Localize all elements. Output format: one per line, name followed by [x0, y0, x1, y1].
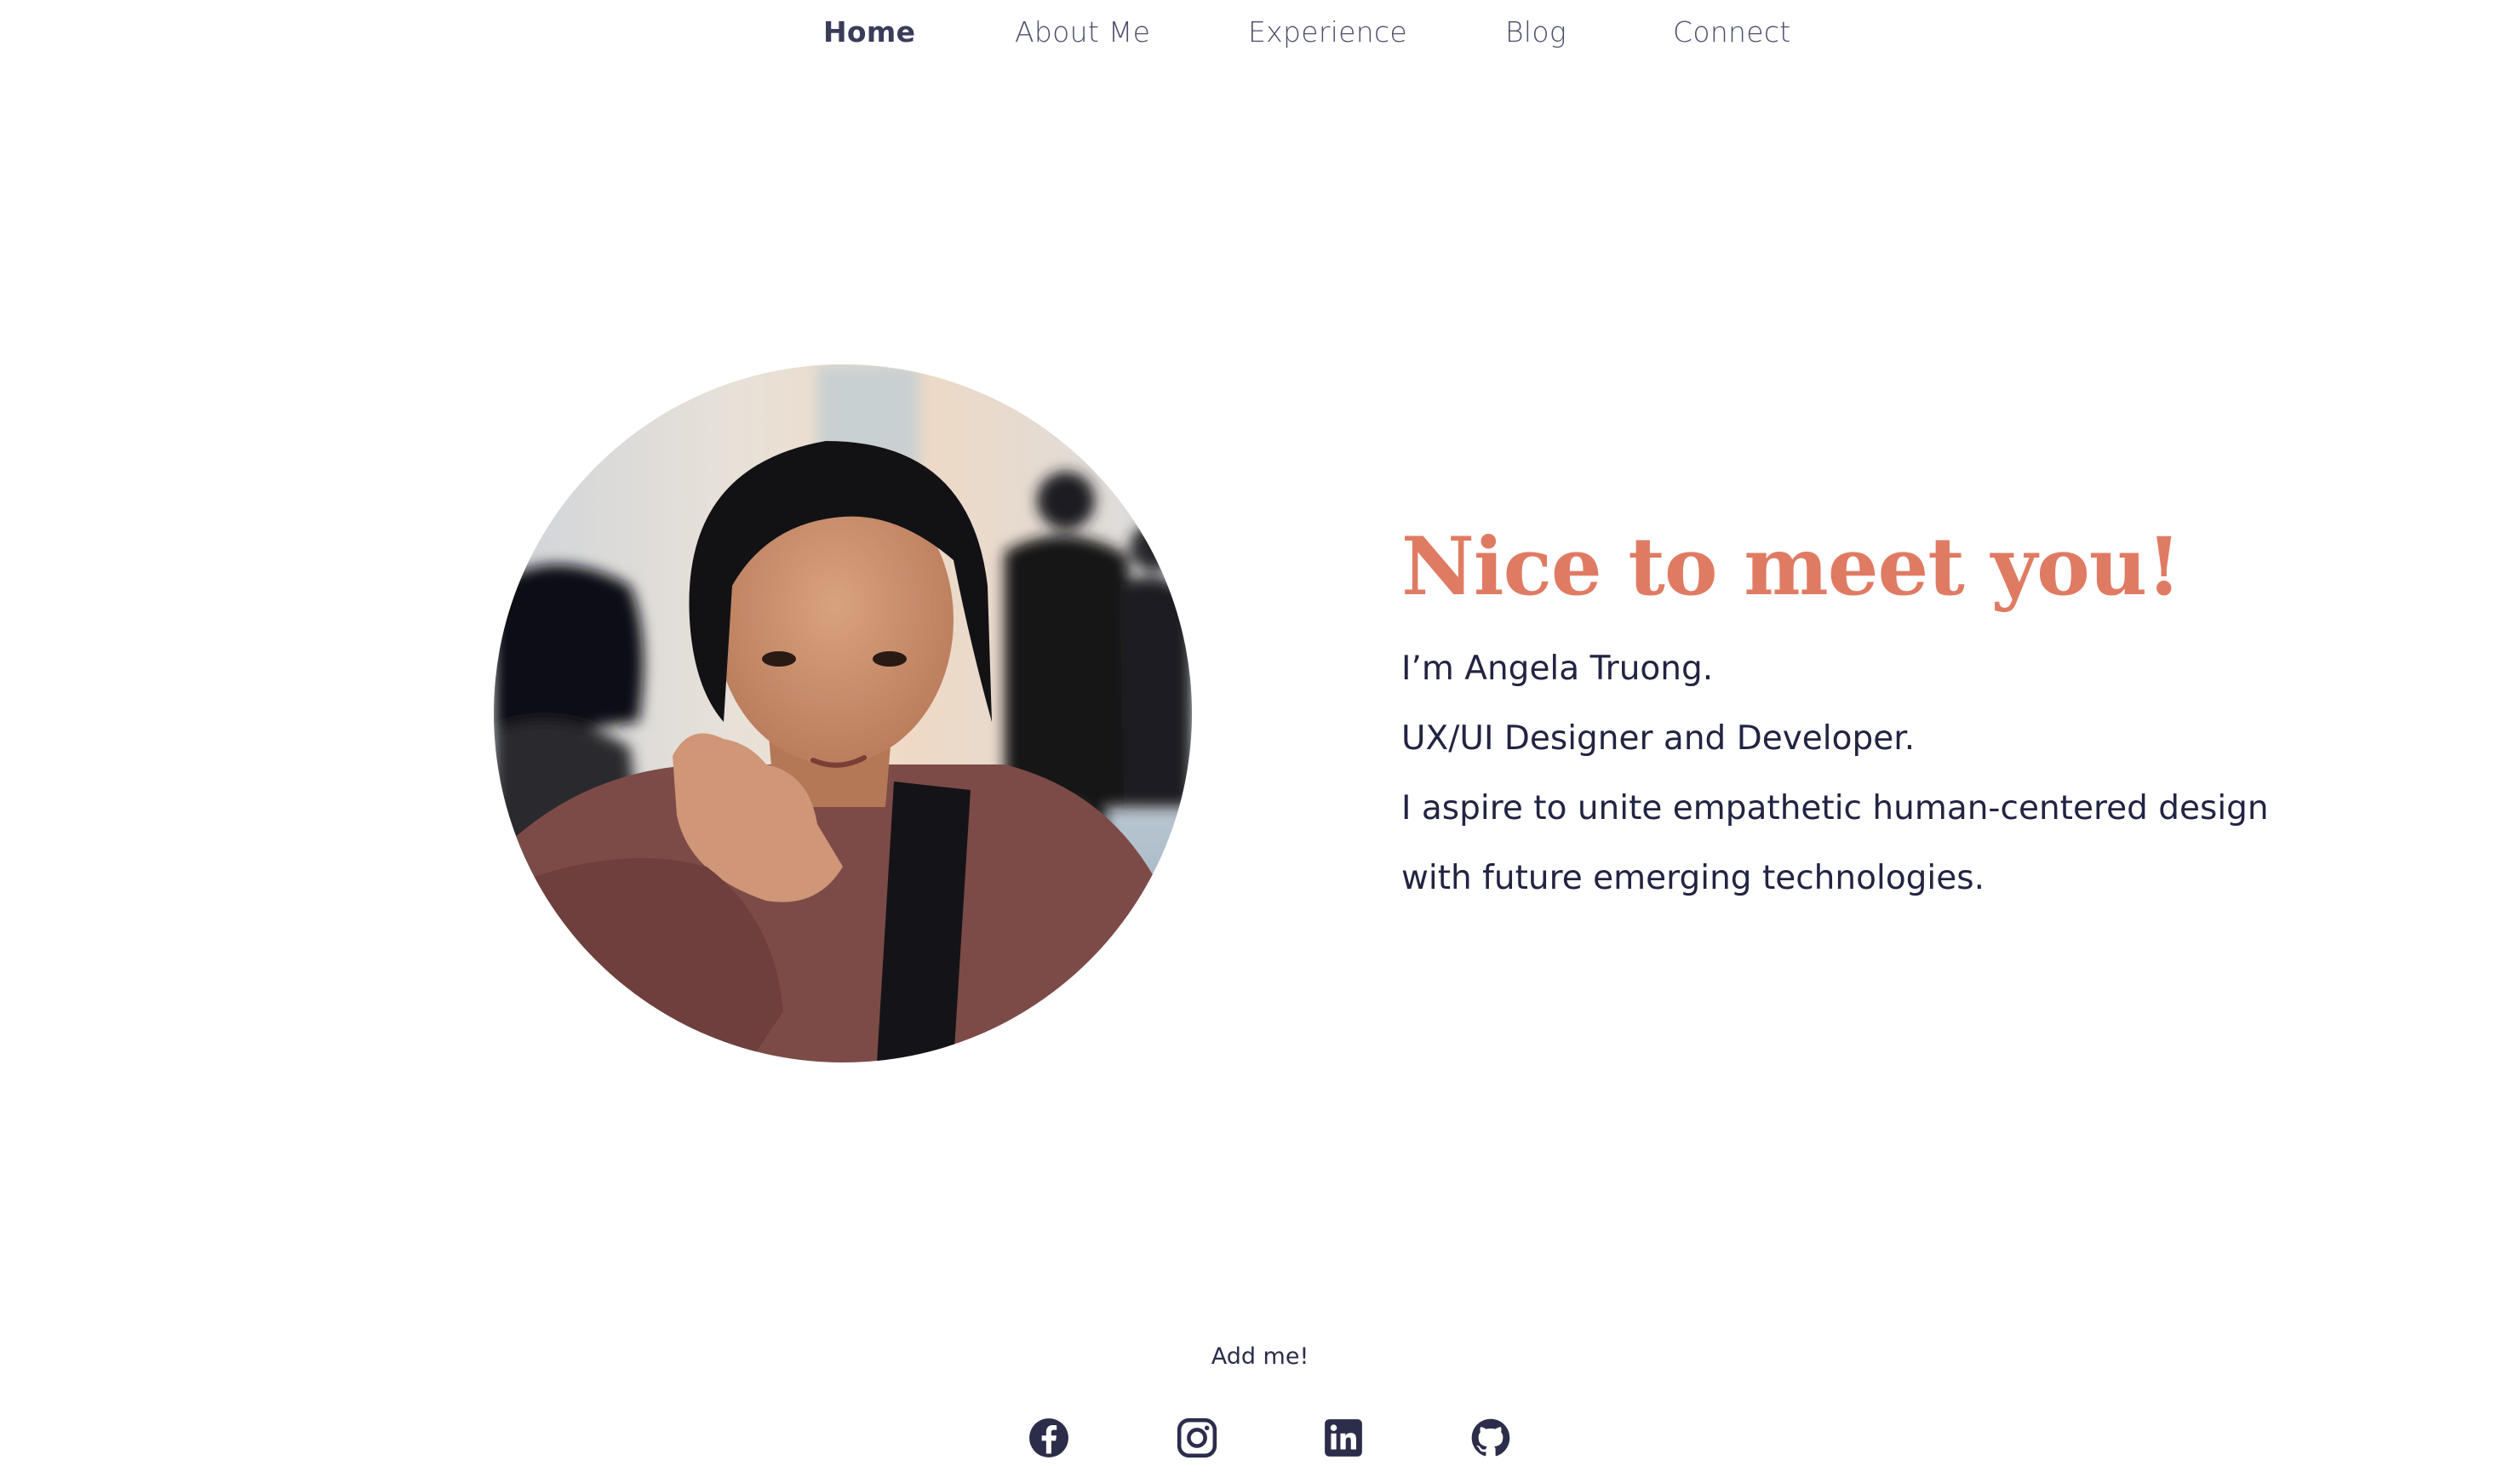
nav-item-about-me[interactable]: About Me — [1015, 15, 1150, 49]
profile-photo-illustration — [494, 364, 1192, 1062]
profile-photo — [494, 364, 1192, 1062]
linkedin-icon[interactable] — [1322, 1417, 1365, 1459]
add-me-label: Add me! — [1211, 1343, 1309, 1370]
nav-item-home[interactable]: Home — [823, 15, 915, 49]
hero-intro: Nice to meet you! I’m Angela Truong. UX/… — [1401, 519, 2423, 913]
nav-item-experience[interactable]: Experience — [1248, 15, 1407, 49]
nav-item-blog[interactable]: Blog — [1505, 15, 1566, 49]
nav-item-connect[interactable]: Connect — [1673, 15, 1791, 49]
hero-name-line: I’m Angela Truong. — [1401, 649, 1714, 688]
hero-heading: Nice to meet you! — [1401, 520, 2181, 614]
hero-aspiration-line-1: I aspire to unite empathetic human-cente… — [1401, 788, 2269, 827]
hero-description: I’m Angela Truong. UX/UI Designer and De… — [1401, 634, 2423, 913]
github-icon[interactable] — [1469, 1417, 1512, 1459]
hero-role-line: UX/UI Designer and Developer. — [1401, 719, 1916, 758]
nav-list: Home About Me Experience Blog Connect — [0, 0, 2520, 77]
instagram-icon[interactable] — [1176, 1417, 1218, 1459]
top-navigation: Home About Me Experience Blog Connect — [0, 0, 2520, 77]
facebook-icon[interactable] — [1028, 1417, 1070, 1459]
hero-aspiration-line-2: with future emerging technologies. — [1401, 858, 1984, 897]
